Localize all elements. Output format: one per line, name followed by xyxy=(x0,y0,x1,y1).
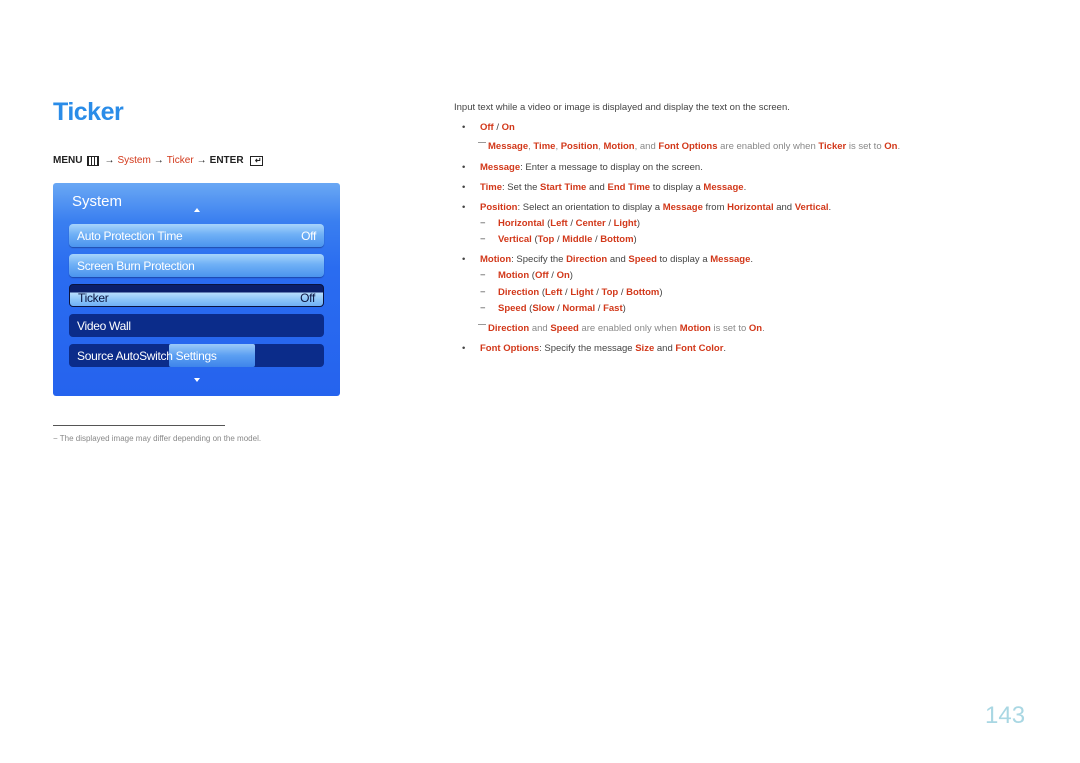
system-menu-osd: System Auto Protection Time Off Screen B… xyxy=(53,183,340,396)
note-enabled-when-ticker-on: Message, Time, Position, Motion, and Fon… xyxy=(478,141,900,152)
menu-item-value: Off xyxy=(300,290,315,305)
osd-title: System xyxy=(72,193,123,210)
breadcrumb-system: System xyxy=(117,155,151,166)
arrow-icon: → xyxy=(104,155,115,166)
dash-icon: − xyxy=(480,270,486,281)
arrow-icon: → xyxy=(196,155,207,166)
note-enabled-when-motion-on: Direction and Speed are enabled only whe… xyxy=(478,323,765,334)
bullet-icon: • xyxy=(462,343,466,354)
term: On xyxy=(501,122,515,133)
dash-icon: − xyxy=(480,234,486,245)
note-icon xyxy=(478,324,486,325)
separator: / xyxy=(493,122,502,133)
menu-item-auto-protection-time[interactable]: Auto Protection Time Off xyxy=(69,224,324,247)
menu-item-label: Screen Burn Protection xyxy=(77,258,195,273)
triangle-up-icon[interactable] xyxy=(194,208,200,212)
breadcrumb-menu: MENU xyxy=(53,155,83,166)
term: Off xyxy=(480,122,494,133)
triangle-down-icon[interactable] xyxy=(194,378,200,382)
menu-item-source-autoswitch-settings[interactable]: Source AutoSwitch Settings xyxy=(69,344,324,367)
intro-text: Input text while a video or image is dis… xyxy=(454,102,790,113)
footnote-text: The displayed image may differ depending… xyxy=(59,434,262,443)
dash-icon: − xyxy=(480,303,486,314)
menu-grid-icon xyxy=(87,155,100,166)
bullet-icon: • xyxy=(462,122,466,133)
dash-icon: − xyxy=(480,218,486,229)
bullet-icon: • xyxy=(462,202,466,213)
menu-item-label: Auto Protection Time xyxy=(77,228,183,243)
note-icon xyxy=(478,142,486,143)
dash-icon: − xyxy=(53,434,58,443)
breadcrumb-enter: ENTER xyxy=(209,155,244,166)
menu-item-ticker[interactable]: Ticker Off xyxy=(69,284,324,307)
arrow-icon: → xyxy=(153,155,164,166)
menu-item-video-wall[interactable]: Video Wall xyxy=(69,314,324,337)
menu-item-label: Video Wall xyxy=(77,318,131,333)
menu-item-label: Source AutoSwitch Settings xyxy=(77,348,217,363)
breadcrumb: MENU → System → Ticker → ENTER ↵ xyxy=(53,155,263,166)
footnote: − The displayed image may differ dependi… xyxy=(53,434,261,443)
footnote-divider xyxy=(53,425,225,426)
page-title: Ticker xyxy=(53,98,124,126)
page-number: 143 xyxy=(985,702,1026,729)
bullet-icon: • xyxy=(462,254,466,265)
bullet-icon: • xyxy=(462,162,466,173)
breadcrumb-ticker: Ticker xyxy=(166,155,194,166)
menu-item-label: Ticker xyxy=(78,290,109,305)
menu-item-screen-burn-protection[interactable]: Screen Burn Protection xyxy=(69,254,324,277)
bullet-icon: • xyxy=(462,182,466,193)
menu-item-value: Off xyxy=(301,228,316,243)
dash-icon: − xyxy=(480,287,486,298)
enter-return-icon: ↵ xyxy=(249,155,263,166)
